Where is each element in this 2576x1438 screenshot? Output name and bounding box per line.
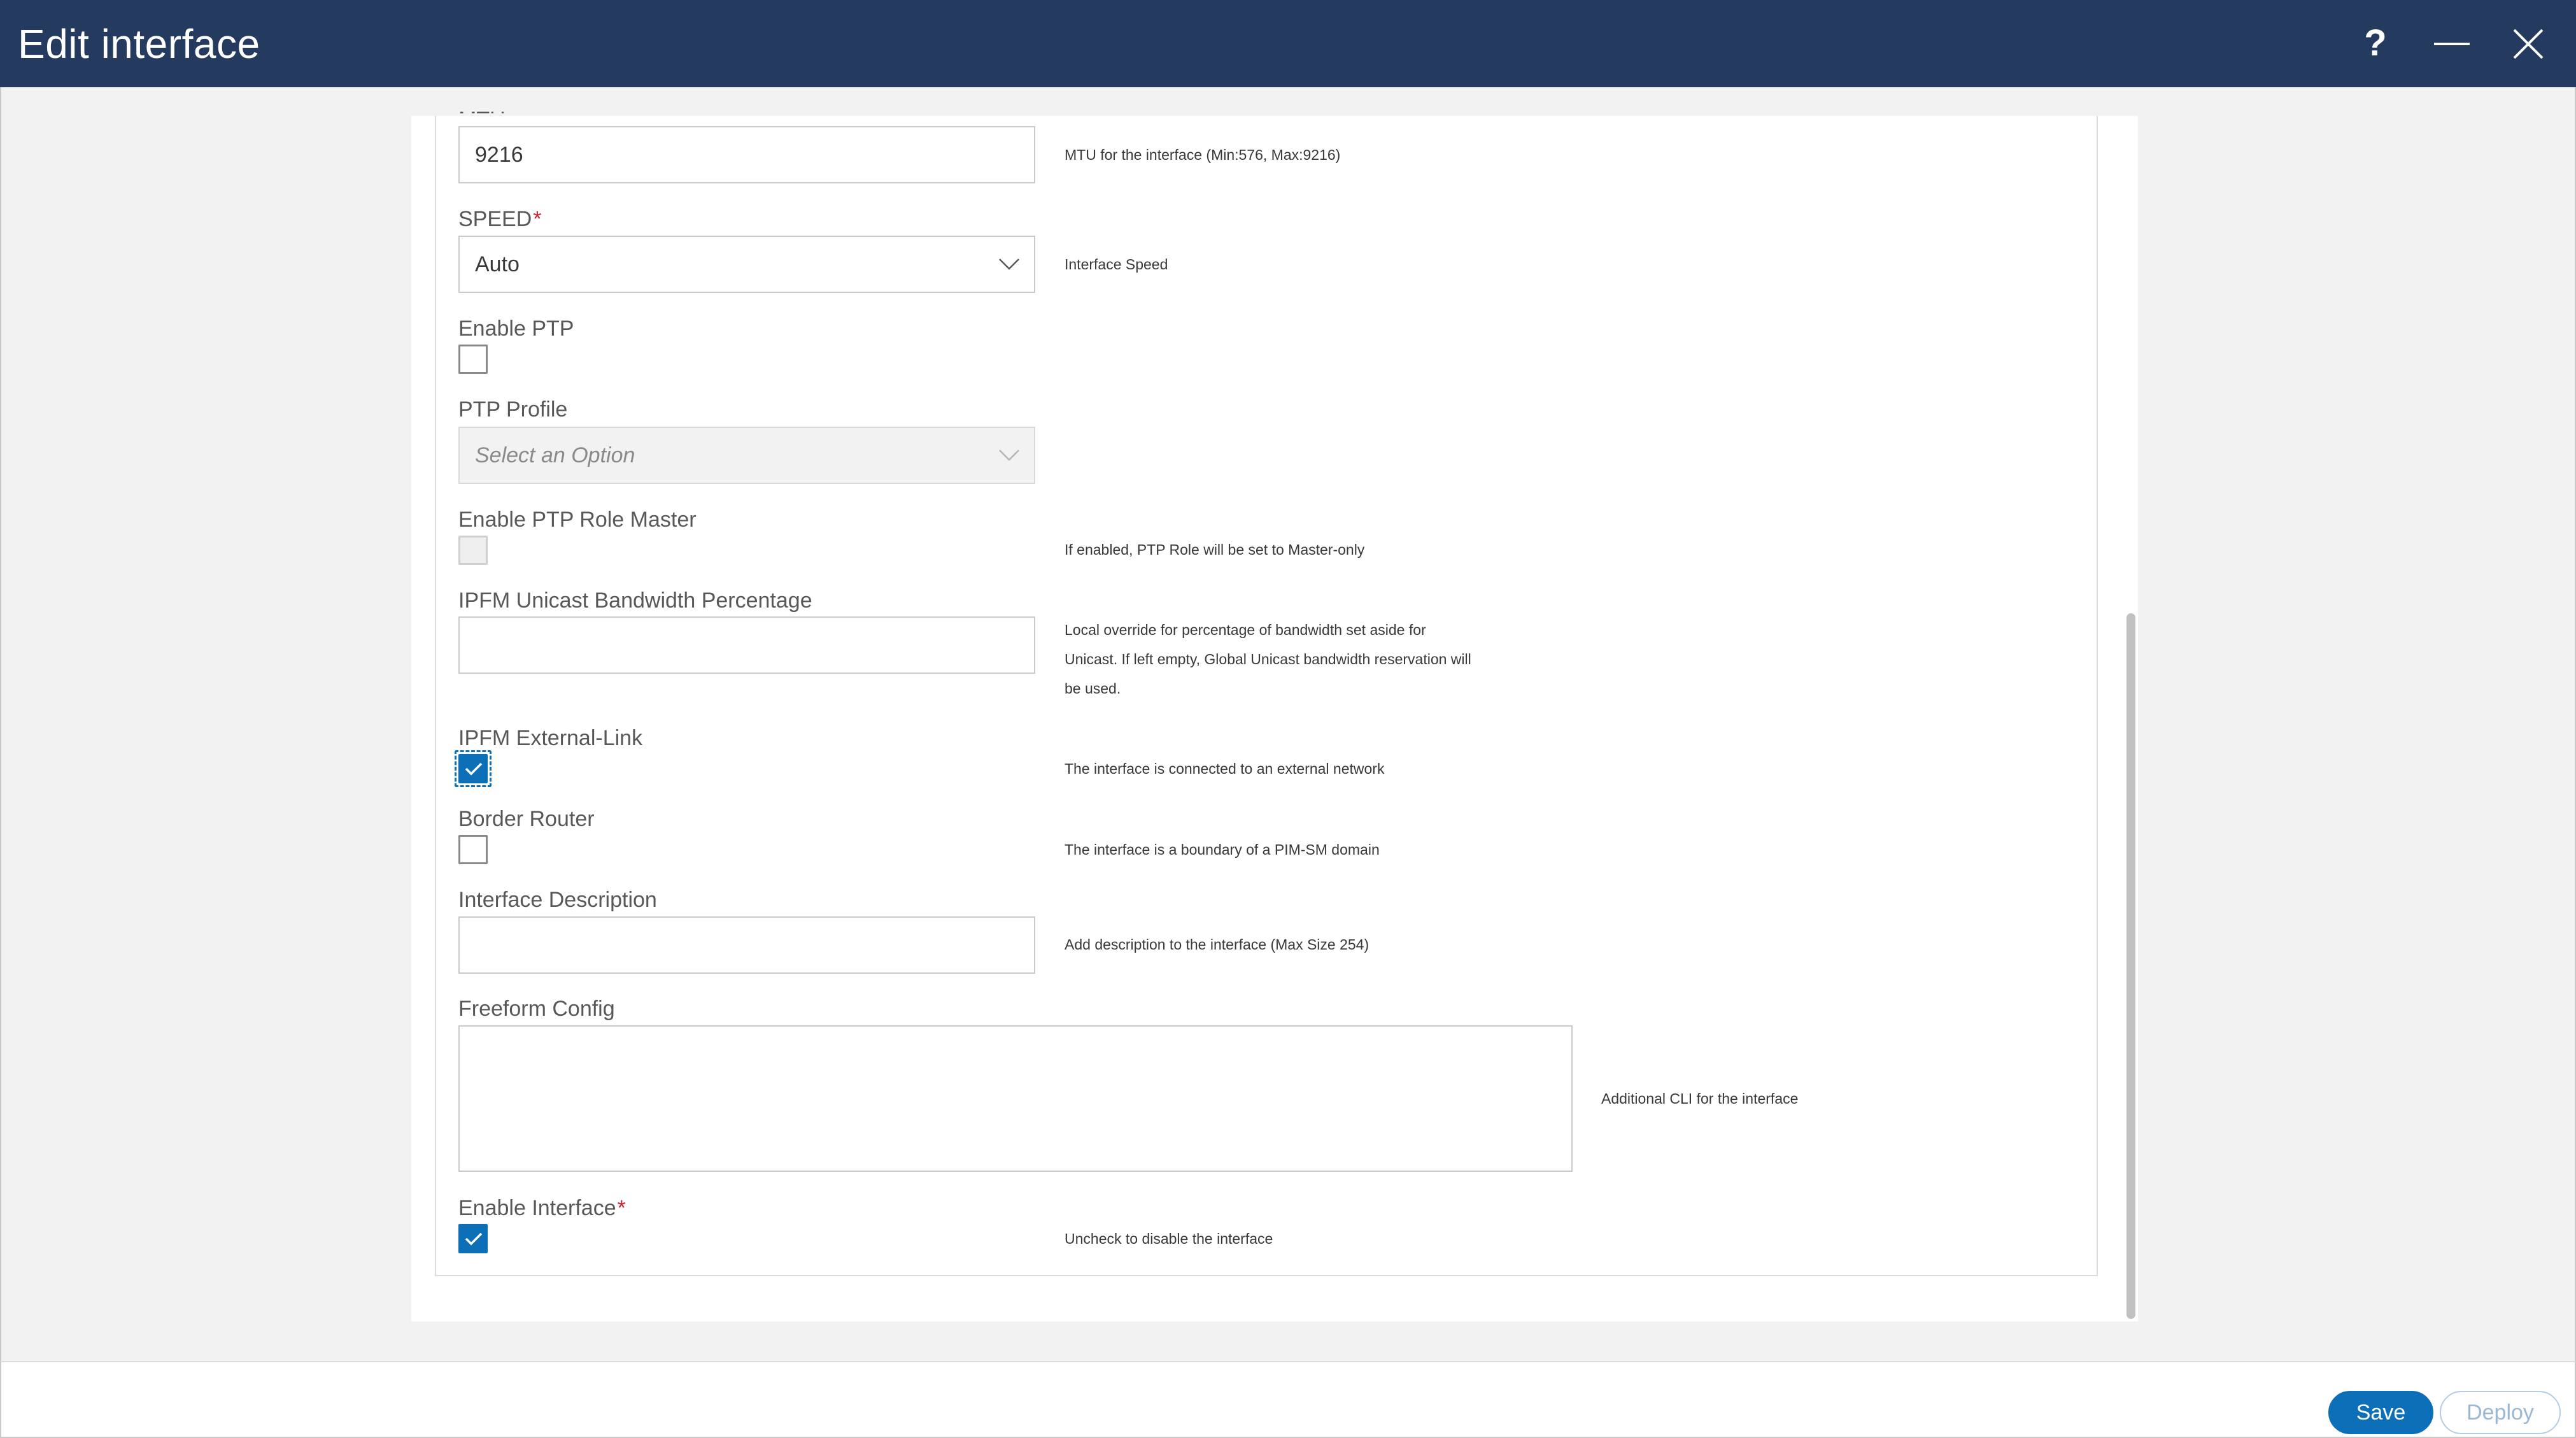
freeform-config-textarea[interactable]	[458, 1025, 1573, 1172]
required-mark: *	[533, 207, 542, 231]
enable-ptp-role-master-label: Enable PTP Role Master	[458, 508, 697, 532]
chevron-down-icon	[999, 450, 1019, 461]
mtu-input[interactable]: 9216	[458, 126, 1035, 183]
help-icon[interactable]: ?	[2353, 22, 2398, 66]
dialog-footer	[0, 1361, 2576, 1438]
checkmark-icon	[465, 762, 483, 776]
window-actions: ?	[2353, 0, 2551, 87]
ipfm-unicast-bw-help-line-3: be used.	[1065, 680, 1121, 697]
ipfm-unicast-bw-help-line-1: Local override for percentage of bandwid…	[1065, 622, 1426, 638]
svg-text:?: ?	[2364, 25, 2386, 63]
speed-help: Interface Speed	[1065, 256, 1168, 273]
ipfm-unicast-bw-help-line-2: Unicast. If left empty, Global Unicast b…	[1065, 651, 1471, 667]
scrollbar-thumb[interactable]	[2127, 613, 2135, 1319]
ptp-profile-label: PTP Profile	[458, 397, 568, 422]
freeform-config-label: Freeform Config	[458, 997, 615, 1021]
mtu-help: MTU for the interface (Min:576, Max:9216…	[1065, 146, 1341, 163]
speed-label-text: SPEED	[458, 207, 532, 231]
window-titlebar: Edit interface ?	[0, 0, 2576, 87]
interface-description-label: Interface Description	[458, 888, 657, 912]
required-mark: *	[617, 1196, 626, 1220]
ipfm-external-link-label: IPFM External-Link	[458, 726, 643, 750]
deploy-button[interactable]: Deploy	[2440, 1391, 2561, 1434]
checkmark-icon	[465, 1232, 483, 1246]
freeform-config-help: Additional CLI for the interface	[1601, 1090, 1799, 1107]
ipfm-unicast-bw-label: IPFM Unicast Bandwidth Percentage	[458, 588, 812, 613]
save-button[interactable]: Save	[2328, 1391, 2433, 1434]
ipfm-external-link-help: The interface is connected to an externa…	[1065, 760, 1385, 777]
border-router-help: The interface is a boundary of a PIM-SM …	[1065, 841, 1380, 858]
mtu-label: MTU	[458, 101, 506, 113]
ipfm-unicast-bw-input[interactable]	[458, 616, 1035, 674]
minimize-icon[interactable]	[2430, 22, 2474, 66]
enable-interface-help: Uncheck to disable the interface	[1065, 1230, 1273, 1247]
enable-interface-checkbox[interactable]	[458, 1224, 488, 1253]
speed-value: Auto	[475, 252, 520, 276]
enable-interface-label: Enable Interface*	[458, 1196, 626, 1221]
enable-ptp-checkbox[interactable]	[458, 345, 488, 374]
enable-ptp-label: Enable PTP	[458, 317, 574, 341]
mtu-value: 9216	[475, 142, 523, 167]
enable-interface-label-text: Enable Interface	[458, 1196, 616, 1220]
enable-ptp-role-master-help: If enabled, PTP Role will be set to Mast…	[1065, 541, 1365, 558]
chevron-down-icon	[999, 259, 1019, 270]
window-title: Edit interface	[18, 20, 260, 67]
ptp-profile-select[interactable]: Select an Option	[458, 427, 1035, 484]
border-router-label: Border Router	[458, 807, 595, 831]
speed-label: SPEED*	[458, 207, 542, 232]
close-icon[interactable]	[2506, 22, 2551, 66]
enable-ptp-role-master-checkbox[interactable]	[458, 536, 488, 565]
interface-description-input[interactable]	[458, 916, 1035, 974]
ptp-profile-placeholder: Select an Option	[475, 443, 635, 467]
interface-description-help: Add description to the interface (Max Si…	[1065, 936, 1369, 953]
ipfm-external-link-checkbox[interactable]	[455, 750, 492, 787]
border-router-checkbox[interactable]	[458, 835, 488, 864]
speed-select[interactable]: Auto	[458, 236, 1035, 293]
